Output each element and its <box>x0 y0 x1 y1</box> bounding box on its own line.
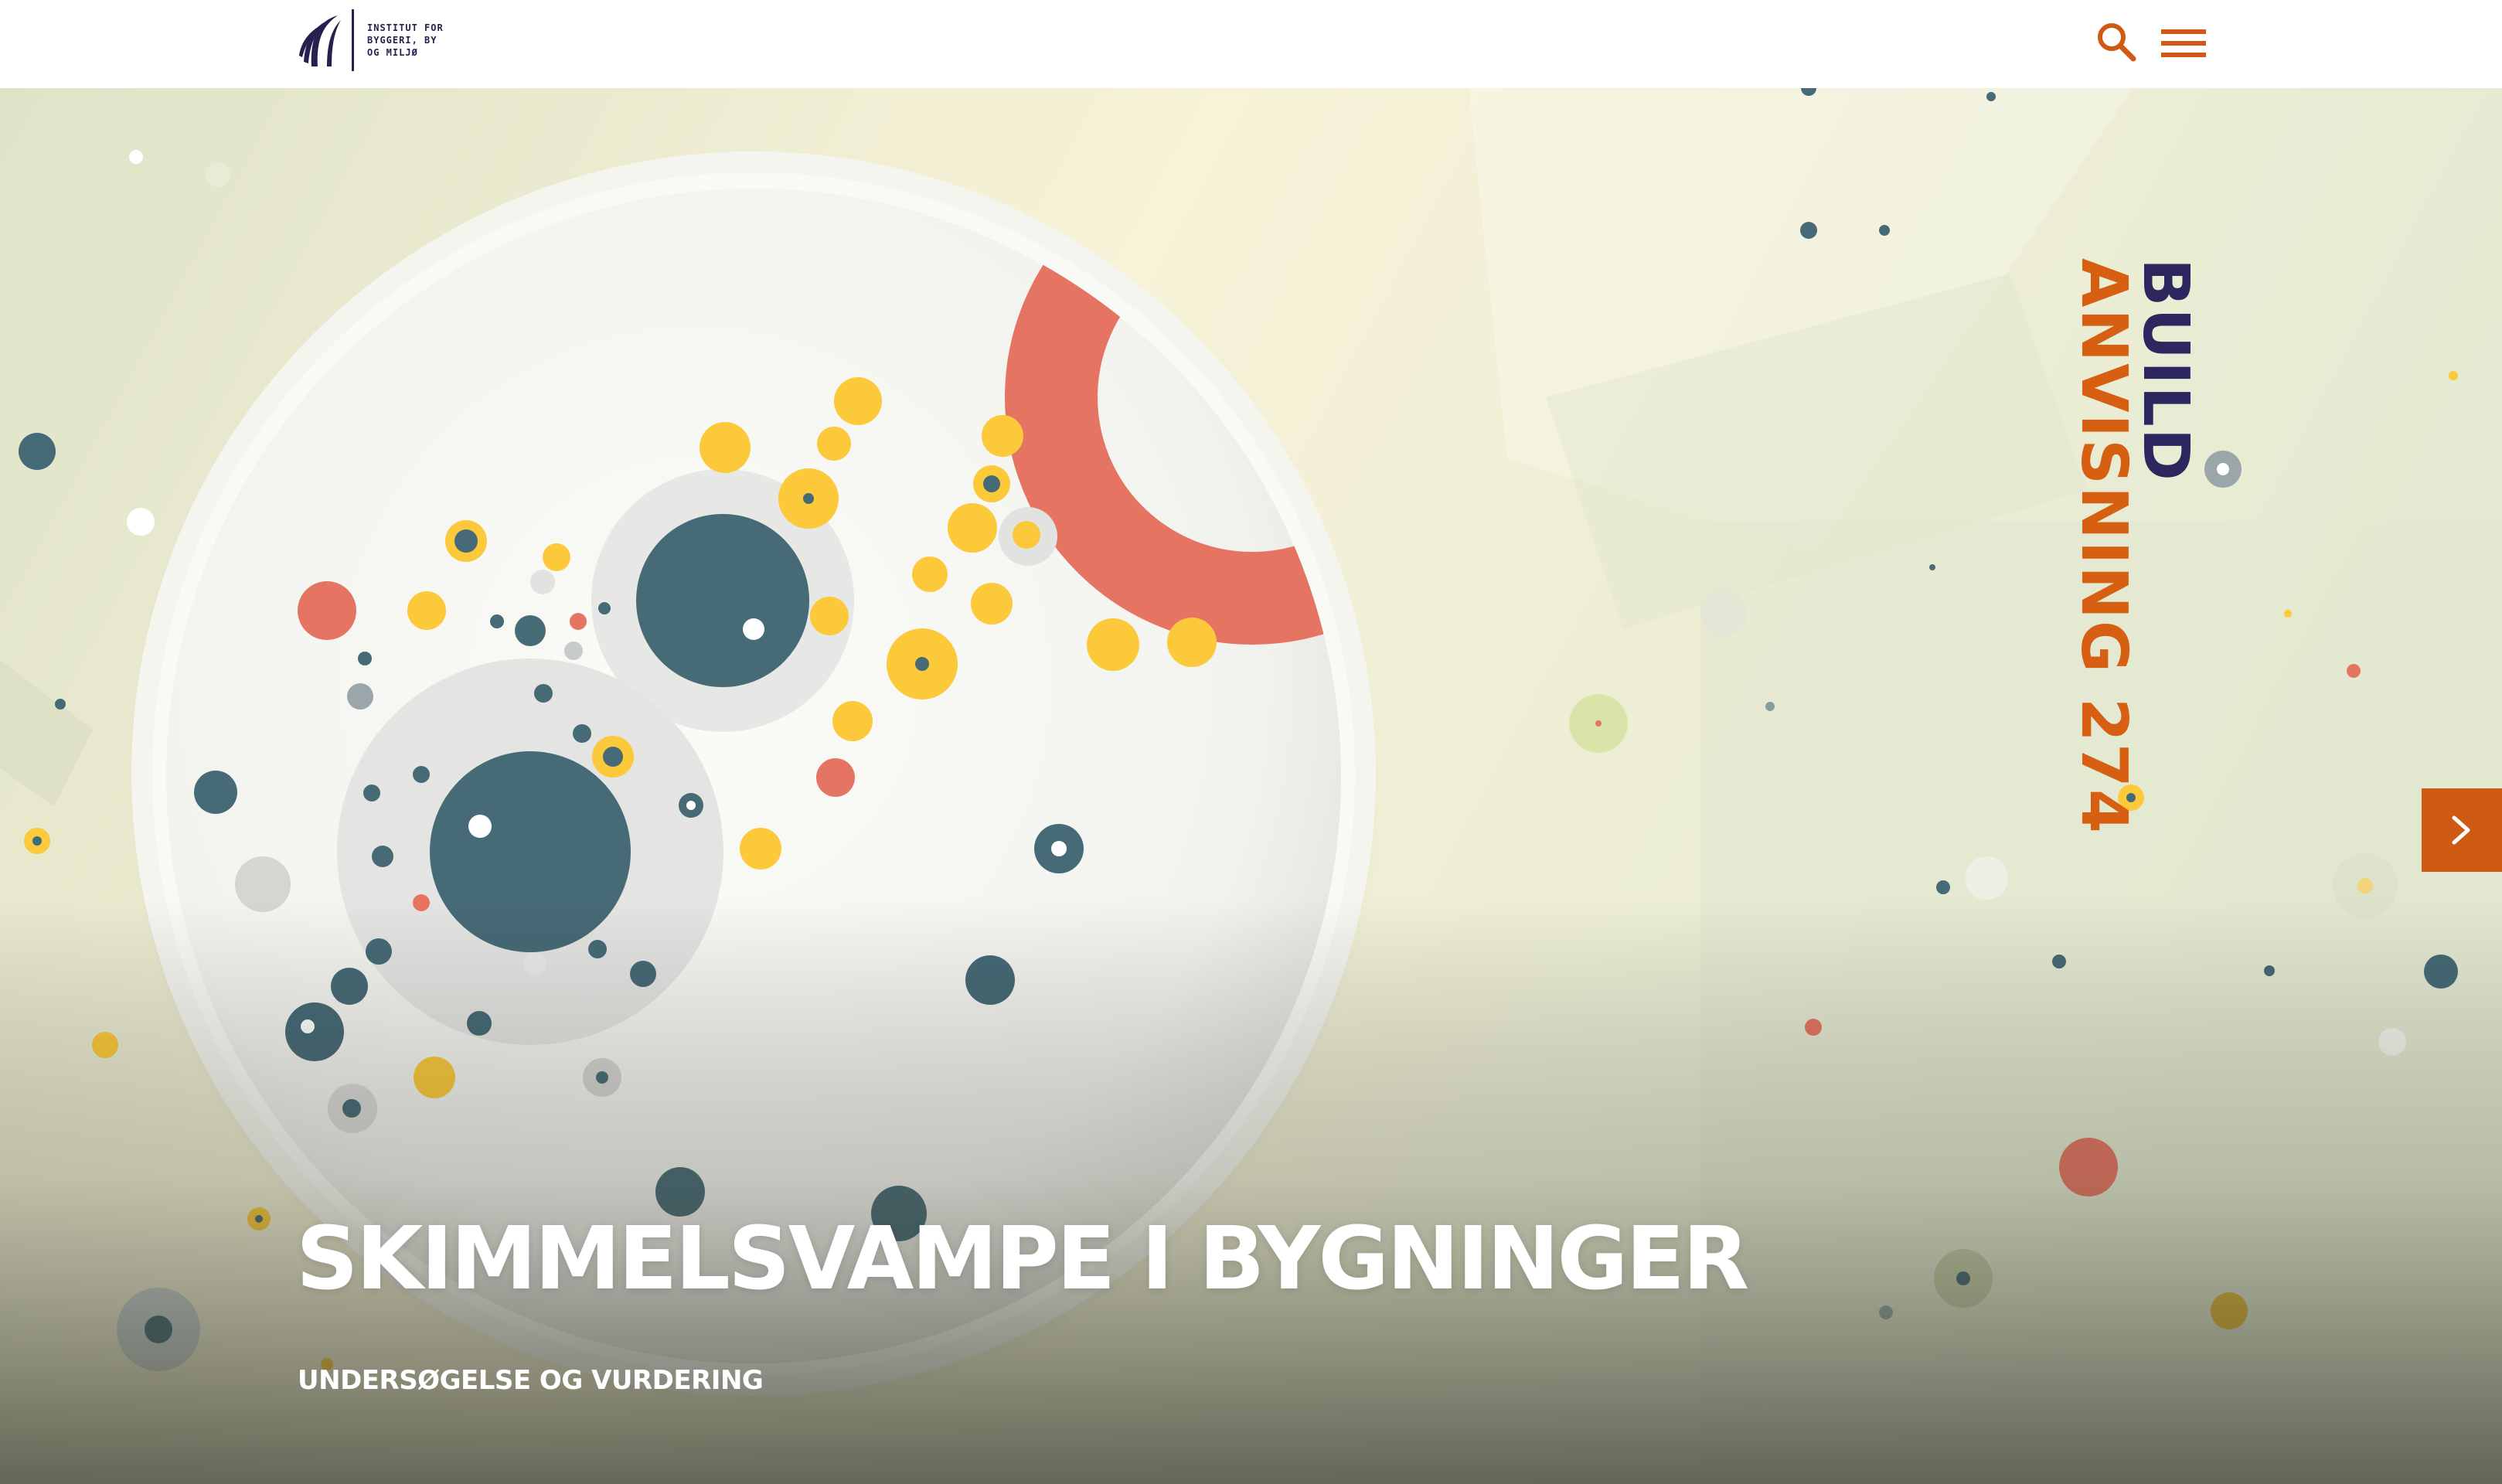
next-slide-button[interactable] <box>2422 788 2502 872</box>
sails-logo-icon <box>299 15 341 66</box>
logo-wordmark: INSTITUT FOR BYGGERI, BY OG MILJØ <box>367 22 475 59</box>
page-title: SKIMMELSVAMPE I BYGNINGER <box>296 1209 1749 1309</box>
logo-divider <box>352 9 354 71</box>
site-header: INSTITUT FOR BYGGERI, BY OG MILJØ <box>0 0 2502 88</box>
menu-button[interactable] <box>2156 20 2211 66</box>
hero-banner: BUILD ANVISNING 274 SKIMMELSVAMPE I BYGN… <box>0 88 2502 1484</box>
logo-line-3: OG MILJØ <box>367 47 418 58</box>
hamburger-menu-icon <box>2161 29 2206 57</box>
search-icon <box>2098 23 2136 62</box>
chevron-right-icon <box>2452 815 2470 845</box>
page-subtitle: UNDERSØGELSE OG VURDERING <box>298 1365 764 1396</box>
logo-line-2: BYGGERI, BY <box>367 35 437 46</box>
search-button[interactable] <box>2095 20 2141 66</box>
build-anvisning-label: BUILD ANVISNING 274 <box>2067 258 2202 835</box>
logo-line-1: INSTITUT FOR <box>367 22 444 33</box>
build-label: BUILD <box>2129 258 2202 482</box>
anvisning-number-label: ANVISNING 274 <box>2067 258 2140 835</box>
